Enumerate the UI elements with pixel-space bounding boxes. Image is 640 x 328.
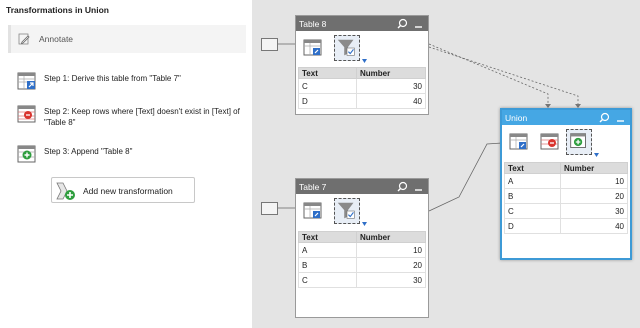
step-append-table[interactable]: Step 3: Append "Table 8" (17, 144, 247, 164)
cell-number: 30 (560, 203, 628, 219)
transformations-panel: Transformations in Union Annotate Step 1… (0, 0, 252, 328)
union-title: Union (505, 113, 528, 123)
pencil-icon (18, 33, 30, 45)
union-header[interactable]: Union (502, 110, 630, 125)
step-3-label: Step 3: Append "Table 8" (44, 147, 133, 156)
funnel-icon (337, 202, 355, 219)
derive-table-icon[interactable] (506, 129, 532, 155)
column-header-number[interactable]: Number (560, 162, 628, 174)
cell-number: 40 (560, 218, 628, 234)
chevron-down-icon[interactable] (362, 59, 367, 63)
table8-grid: Text Number C 30 D 40 (298, 67, 426, 109)
table8-header[interactable]: Table 8 (296, 16, 428, 31)
cell-text: B (298, 257, 357, 273)
table-row: A 10 (298, 242, 426, 258)
cell-text: A (298, 242, 357, 258)
filter-button[interactable] (334, 198, 360, 224)
table7-node[interactable]: Table 7 Text Number A 10 B 20 C 30 (295, 178, 429, 318)
cell-number: 20 (560, 188, 628, 204)
table-row: C 30 (298, 272, 426, 288)
table7-source-node[interactable] (261, 202, 278, 215)
derive-table-icon[interactable] (300, 35, 326, 61)
annotate-accent-bar (8, 25, 11, 53)
table-row: B 20 (504, 188, 628, 204)
cell-text: C (298, 272, 357, 288)
cell-number: 30 (356, 272, 426, 288)
step-keep-rows[interactable]: Step 2: Keep rows where [Text] doesn't e… (17, 104, 247, 128)
add-transformation-label: Add new transformation (83, 186, 173, 196)
cell-number: 20 (356, 257, 426, 273)
derive-table-icon[interactable] (300, 198, 326, 224)
table-row: D 40 (298, 93, 426, 109)
panel-title: Transformations in Union (6, 5, 109, 15)
add-transformation-button[interactable]: Add new transformation (51, 177, 195, 203)
minimize-icon[interactable] (616, 112, 625, 123)
table-row: C 30 (504, 203, 628, 219)
append-button[interactable] (566, 129, 592, 155)
cell-number: 30 (356, 78, 426, 94)
table-row: B 20 (298, 257, 426, 273)
cell-number: 10 (356, 242, 426, 258)
table8-source-node[interactable] (261, 38, 278, 51)
annotate-label: Annotate (39, 34, 74, 44)
zoom-icon[interactable] (599, 112, 610, 123)
cell-text: A (504, 173, 561, 189)
table7-grid: Text Number A 10 B 20 C 30 (298, 231, 426, 288)
annotate-button[interactable]: Annotate (8, 25, 246, 53)
minimize-icon[interactable] (414, 181, 423, 192)
add-transformation-icon (56, 182, 75, 200)
step-2-label: Step 2: Keep rows where [Text] doesn't e… (44, 107, 240, 127)
union-grid: Text Number A 10 B 20 C 30 D 40 (504, 162, 628, 234)
table-row: D 40 (504, 218, 628, 234)
column-header-text[interactable]: Text (298, 67, 357, 79)
table7-header[interactable]: Table 7 (296, 179, 428, 194)
append-table-icon (17, 145, 36, 163)
chevron-down-icon[interactable] (362, 222, 367, 226)
table7-title: Table 7 (299, 182, 327, 192)
column-header-text[interactable]: Text (298, 231, 357, 243)
column-header-text[interactable]: Text (504, 162, 561, 174)
append-table-icon (570, 133, 586, 148)
cell-text: C (298, 78, 357, 94)
table-row: A 10 (504, 173, 628, 189)
union-node[interactable]: Union Text Number A 10 B 20 C 30 D 40 (500, 108, 632, 260)
cell-text: B (504, 188, 561, 204)
minimize-icon[interactable] (414, 18, 423, 29)
filter-rows-icon[interactable] (537, 129, 563, 155)
cell-text: C (504, 203, 561, 219)
step-1-label: Step 1: Derive this table from "Table 7" (44, 74, 181, 83)
derive-table-icon (17, 72, 36, 90)
table8-title: Table 8 (299, 19, 327, 29)
cell-text: D (298, 93, 357, 109)
chevron-down-icon[interactable] (594, 153, 599, 157)
zoom-icon[interactable] (397, 18, 408, 29)
filter-rows-icon (17, 105, 36, 123)
zoom-icon[interactable] (397, 181, 408, 192)
table8-node[interactable]: Table 8 Text Number C 30 D 40 (295, 15, 429, 115)
column-header-number[interactable]: Number (356, 67, 426, 79)
cell-number: 40 (356, 93, 426, 109)
table-row: C 30 (298, 78, 426, 94)
column-header-number[interactable]: Number (356, 231, 426, 243)
filter-button[interactable] (334, 35, 360, 61)
cell-number: 10 (560, 173, 628, 189)
cell-text: D (504, 218, 561, 234)
funnel-icon (337, 39, 355, 56)
step-derive-table[interactable]: Step 1: Derive this table from "Table 7" (17, 71, 247, 91)
